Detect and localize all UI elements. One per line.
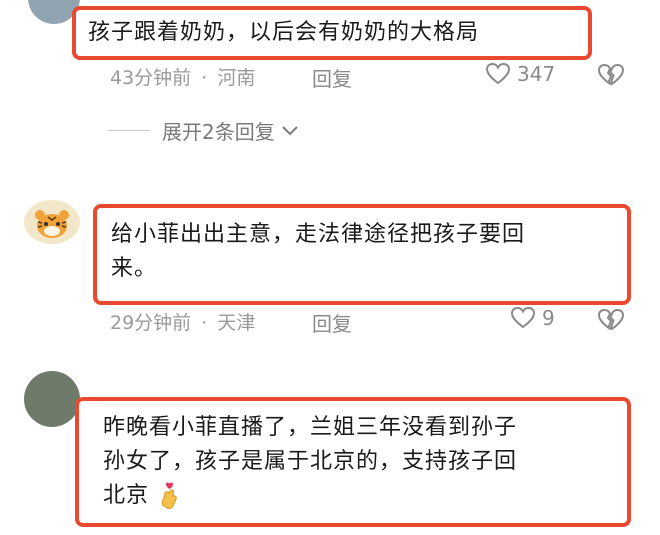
comment-1-meta: 43分钟前 · 河南 <box>110 63 255 90</box>
heart-icon <box>510 306 536 329</box>
comment-1-text: 孩子跟着奶奶，以后会有奶奶的大格局 <box>88 20 480 45</box>
reply-button[interactable]: 回复 <box>312 63 352 92</box>
comment-3-text-line-3-wrap: 北京 <box>103 479 603 513</box>
broken-heart-icon <box>598 64 624 85</box>
comment-2-location: 天津 <box>217 312 256 334</box>
expand-replies-button[interactable]: 展开2条回复 <box>108 116 299 145</box>
comment-3-text-line-1: 昨晚看小菲直播了，兰姐三年没看到孙子 <box>103 415 518 440</box>
like-button[interactable]: 9 <box>510 306 555 330</box>
comment-1-location: 河南 <box>217 67 256 89</box>
expand-replies-label: 展开2条回复 <box>162 120 275 144</box>
like-button[interactable]: 347 <box>485 62 555 86</box>
comment-3-text-line-2: 孙女了，孩子是属于北京的，支持孩子回 <box>103 449 518 474</box>
comment-2-text-line-2: 来。 <box>111 256 158 281</box>
reply-button[interactable]: 回复 <box>312 308 352 337</box>
dislike-button[interactable] <box>597 62 625 92</box>
comment-2-text-line-1: 给小菲出出主意，走法律途径把孩子要回 <box>111 222 526 247</box>
chevron-down-icon <box>282 125 298 135</box>
like-count: 347 <box>517 62 556 86</box>
finger-heart-emoji-icon <box>161 482 177 509</box>
comment-3-text-line-3: 北京 <box>103 483 150 508</box>
divider <box>108 130 150 131</box>
comment-2-meta: 29分钟前 · 天津 <box>110 308 255 335</box>
broken-heart-icon <box>598 309 624 330</box>
comment-3-highlight-box: 昨晚看小菲直播了，兰姐三年没看到孙子 孙女了，孩子是属于北京的，支持孩子回 北京 <box>75 397 631 527</box>
like-count: 9 <box>542 306 555 330</box>
meta-separator: · <box>201 312 208 334</box>
dislike-button[interactable] <box>597 307 625 337</box>
heart-icon <box>485 62 511 85</box>
comment-2-time: 29分钟前 <box>110 312 192 334</box>
comment-1-highlight-box: 孩子跟着奶奶，以后会有奶奶的大格局 <box>72 6 592 60</box>
comment-2-highlight-box: 给小菲出出主意，走法律途径把孩子要回 来。 <box>93 204 631 305</box>
tiger-avatar-icon <box>35 210 69 238</box>
avatar[interactable] <box>24 200 80 244</box>
avatar[interactable] <box>24 371 80 427</box>
meta-separator: · <box>201 67 208 89</box>
comment-1-time: 43分钟前 <box>110 67 192 89</box>
